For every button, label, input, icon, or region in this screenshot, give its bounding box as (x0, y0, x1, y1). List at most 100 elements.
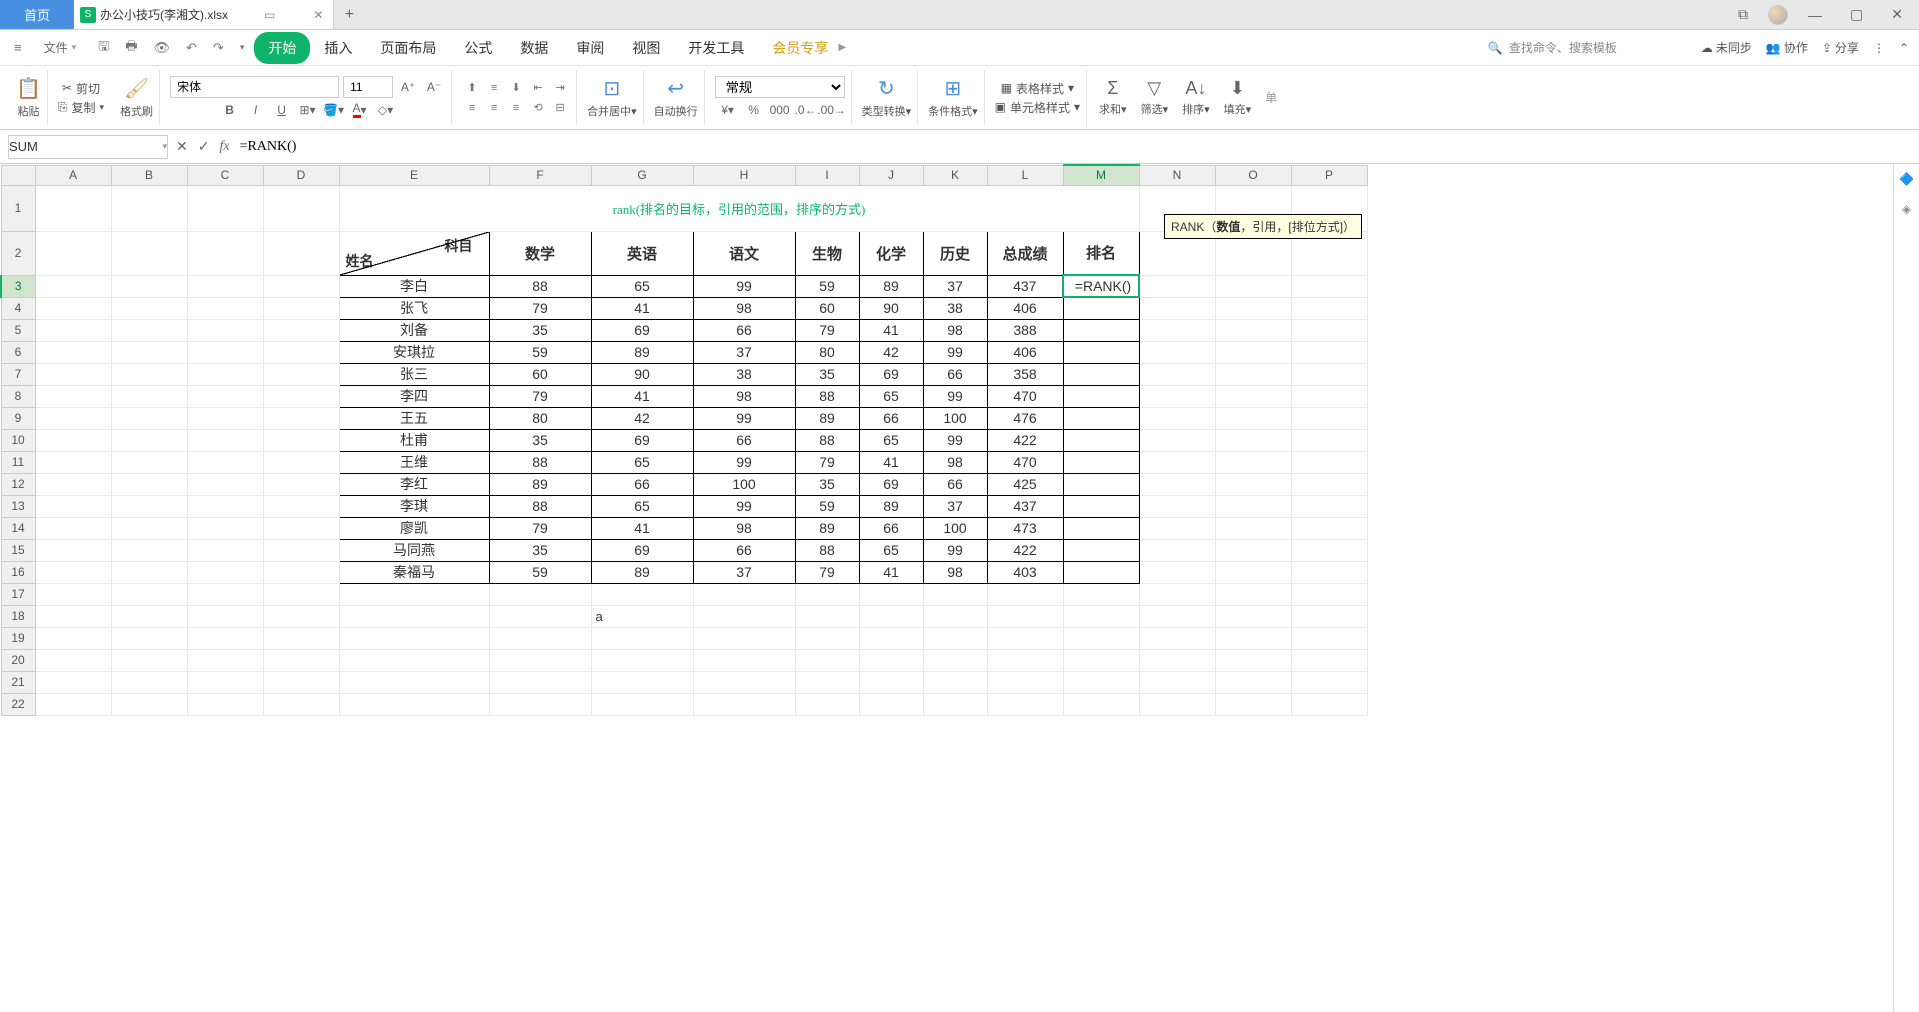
cell[interactable] (859, 605, 923, 627)
cell[interactable] (489, 605, 591, 627)
cell[interactable] (795, 693, 859, 715)
format-painter-label[interactable]: 格式刷 (120, 103, 153, 119)
cell[interactable] (859, 671, 923, 693)
align-top-icon[interactable]: ⬆ (462, 80, 482, 96)
data-cell[interactable]: 69 (859, 363, 923, 385)
cell[interactable] (187, 451, 263, 473)
cell[interactable] (35, 319, 111, 341)
cell[interactable] (35, 495, 111, 517)
cell[interactable] (1291, 561, 1367, 583)
collaboration-button[interactable]: 👥协作 (1766, 39, 1808, 56)
align-right-icon[interactable]: ≡ (506, 100, 526, 116)
cell[interactable] (187, 231, 263, 275)
data-cell[interactable]: 88 (795, 429, 859, 451)
cell[interactable] (795, 627, 859, 649)
data-cell[interactable]: 42 (859, 341, 923, 363)
data-cell[interactable]: 37 (923, 275, 987, 297)
row-header-4[interactable]: 4 (1, 297, 35, 319)
data-cell[interactable]: 89 (795, 517, 859, 539)
cell[interactable] (187, 605, 263, 627)
cell[interactable] (1291, 495, 1367, 517)
cell[interactable] (1139, 319, 1215, 341)
data-cell[interactable]: 99 (693, 275, 795, 297)
cell[interactable] (859, 693, 923, 715)
cell[interactable] (339, 649, 489, 671)
cell[interactable] (263, 429, 339, 451)
cell[interactable] (111, 583, 187, 605)
data-cell[interactable]: 王五 (339, 407, 489, 429)
cell[interactable] (35, 473, 111, 495)
cell[interactable] (263, 231, 339, 275)
menu-tab-7[interactable]: 开发工具 (674, 32, 758, 64)
format-painter-icon[interactable]: 🖌 (124, 76, 149, 101)
formula-input[interactable] (238, 137, 1911, 157)
cell[interactable] (35, 231, 111, 275)
data-cell[interactable]: 437 (987, 495, 1063, 517)
data-cell[interactable]: 刘备 (339, 319, 489, 341)
data-cell[interactable]: 李红 (339, 473, 489, 495)
data-cell[interactable]: 35 (795, 363, 859, 385)
home-tab[interactable]: 首页 (0, 0, 74, 29)
data-cell[interactable]: 99 (923, 385, 987, 407)
data-cell[interactable]: 90 (591, 363, 693, 385)
data-cell[interactable]: 99 (923, 429, 987, 451)
cell[interactable] (1291, 517, 1367, 539)
data-cell[interactable] (1063, 297, 1139, 319)
cell[interactable] (111, 297, 187, 319)
data-cell[interactable]: 41 (591, 517, 693, 539)
more-icon[interactable]: ⋮ (1873, 41, 1885, 55)
data-cell[interactable]: 98 (923, 561, 987, 583)
cell[interactable] (35, 671, 111, 693)
cell[interactable] (1139, 627, 1215, 649)
cell[interactable] (111, 561, 187, 583)
file-tab[interactable]: S 办公小技巧(李湘文).xlsx ▭ ✕ (74, 0, 334, 29)
cell[interactable] (263, 407, 339, 429)
data-cell[interactable]: 473 (987, 517, 1063, 539)
cell[interactable] (859, 627, 923, 649)
cell[interactable] (187, 561, 263, 583)
cell[interactable] (591, 693, 693, 715)
data-cell[interactable]: 41 (859, 319, 923, 341)
data-cell[interactable]: 66 (923, 473, 987, 495)
cell[interactable] (1291, 539, 1367, 561)
row-header-19[interactable]: 19 (1, 627, 35, 649)
cell[interactable] (263, 473, 339, 495)
cell[interactable] (35, 649, 111, 671)
print-icon[interactable]: 🖶 (121, 35, 141, 61)
type-convert-label[interactable]: 类型转换▾ (862, 103, 912, 119)
cell[interactable] (263, 671, 339, 693)
paste-label[interactable]: 粘贴 (17, 103, 39, 119)
cell[interactable] (263, 185, 339, 231)
data-cell[interactable]: 98 (693, 517, 795, 539)
cell[interactable] (923, 583, 987, 605)
cell[interactable] (1139, 671, 1215, 693)
cell[interactable] (1291, 671, 1367, 693)
data-cell[interactable]: 廖凯 (339, 517, 489, 539)
cell[interactable] (263, 693, 339, 715)
cell[interactable] (187, 341, 263, 363)
cell[interactable] (795, 583, 859, 605)
cell[interactable] (111, 385, 187, 407)
side-tool-icon[interactable]: ◈ (1902, 202, 1911, 216)
cell[interactable] (187, 473, 263, 495)
data-cell[interactable]: 90 (859, 297, 923, 319)
data-cell[interactable]: 37 (923, 495, 987, 517)
cell[interactable] (1215, 605, 1291, 627)
cell[interactable] (35, 341, 111, 363)
cell[interactable] (1139, 451, 1215, 473)
cell[interactable] (1291, 363, 1367, 385)
cell[interactable] (263, 583, 339, 605)
data-cell[interactable]: 秦福马 (339, 561, 489, 583)
sort-button[interactable]: A↓排序▾ (1182, 78, 1210, 117)
col-header-B[interactable]: B (111, 165, 187, 185)
cell[interactable] (693, 583, 795, 605)
data-cell[interactable]: 杜甫 (339, 429, 489, 451)
cell[interactable] (1139, 693, 1215, 715)
col-header-J[interactable]: J (859, 165, 923, 185)
data-cell[interactable]: 李白 (339, 275, 489, 297)
cell[interactable] (111, 429, 187, 451)
cell[interactable] (987, 605, 1063, 627)
cell[interactable] (1063, 693, 1139, 715)
data-cell[interactable]: 59 (489, 561, 591, 583)
cell[interactable] (187, 297, 263, 319)
